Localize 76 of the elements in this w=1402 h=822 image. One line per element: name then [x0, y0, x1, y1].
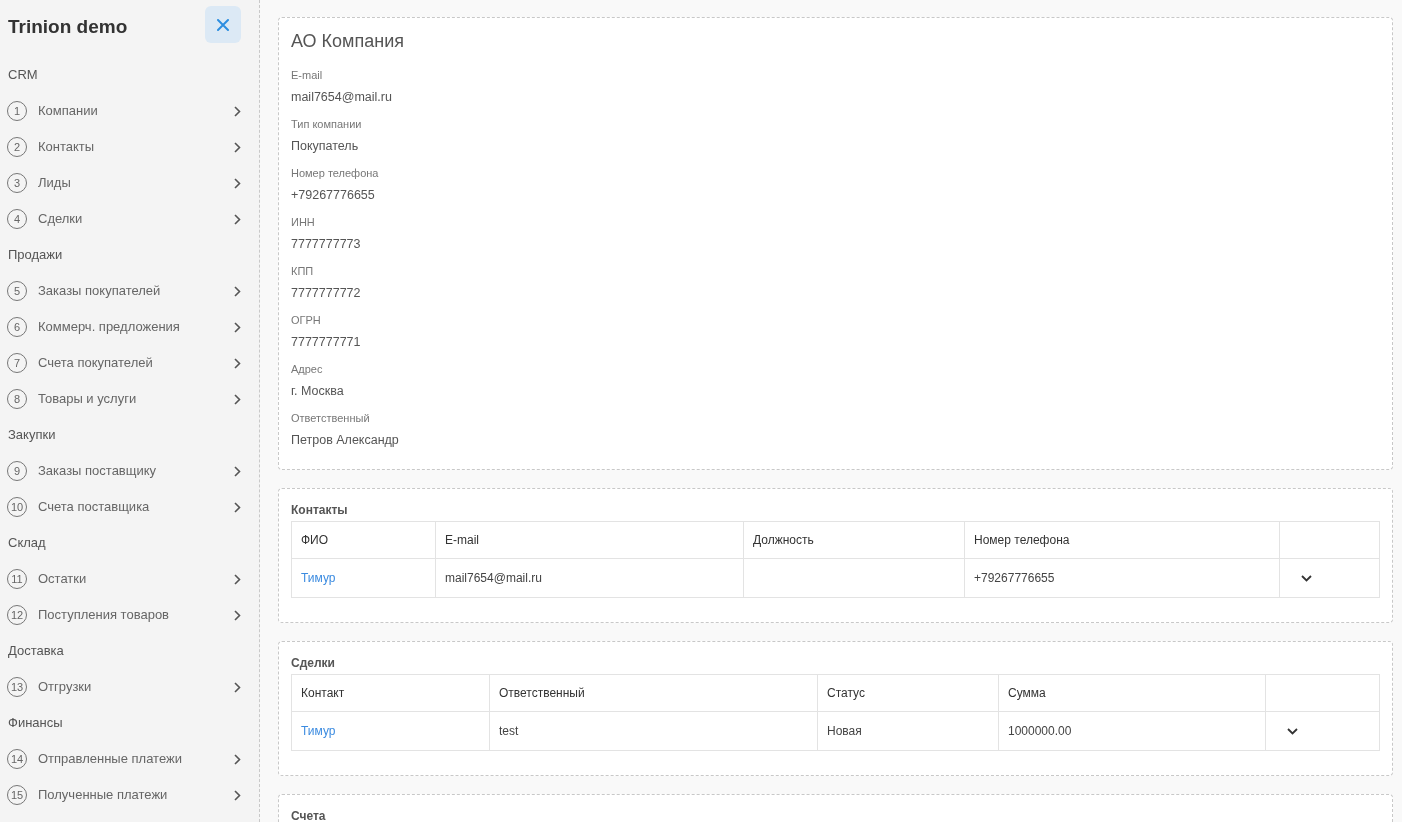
chevron-right-icon — [234, 789, 241, 801]
column-header: Статус — [817, 674, 999, 712]
field-label: Тип компании — [291, 117, 363, 132]
field-label: ИНН — [291, 215, 316, 230]
section-title: Контакты — [291, 502, 349, 519]
close-icon — [217, 18, 229, 31]
chevron-right-icon — [234, 609, 241, 621]
table-cell: +79267776655 — [964, 558, 1280, 598]
section-header: Склад — [8, 534, 46, 553]
nav-item[interactable]: 8 Товары и услуги — [0, 381, 259, 417]
section-header: Закупки — [8, 426, 56, 445]
section-header: Финансы — [8, 714, 63, 733]
nav-item[interactable]: 1 Компании — [0, 93, 259, 129]
nav-item[interactable]: 13 Отгрузки — [0, 669, 259, 705]
chevron-right-icon — [234, 681, 241, 693]
field-label: КПП — [291, 264, 315, 279]
column-header: Контакт — [291, 674, 490, 712]
chevron-right-icon — [234, 501, 241, 513]
nav-item[interactable]: 3 Лиды — [0, 165, 259, 201]
field-value: mail7654@mail.ru — [291, 89, 393, 106]
chevron-down-icon — [1300, 574, 1312, 582]
column-header: Должность — [743, 521, 965, 559]
chevron-down-icon — [1286, 727, 1298, 735]
chevron-right-icon — [234, 285, 241, 297]
chevron-right-icon — [234, 357, 241, 369]
field-value: 7777777771 — [291, 334, 362, 351]
field-value: +79267776655 — [291, 187, 376, 204]
nav-item[interactable]: 12 Поступления товаров — [0, 597, 259, 633]
nav-item[interactable]: 9 Заказы поставщику — [0, 453, 259, 489]
section-header: Доставка — [8, 642, 64, 661]
nav-item[interactable]: 11 Остатки — [0, 561, 259, 597]
table-cell: mail7654@mail.ru — [435, 558, 744, 598]
nav-item[interactable]: 14 Отправленные платежи — [0, 741, 259, 777]
field-label: E-mail — [291, 68, 324, 83]
column-header: ФИО — [291, 521, 436, 559]
section-header: Продажи — [8, 246, 63, 265]
table-cell: test — [489, 711, 818, 751]
close-button[interactable] — [205, 6, 241, 43]
nav-item[interactable]: 15 Полученные платежи — [0, 777, 259, 813]
column-header: Номер телефона — [964, 521, 1280, 559]
contact-link[interactable]: Тимур — [301, 571, 336, 585]
nav-item[interactable]: 2 Контакты — [0, 129, 259, 165]
section-title: Счета — [291, 808, 327, 822]
nav-item[interactable]: 7 Счета покупателей — [0, 345, 259, 381]
column-header: Сумма — [998, 674, 1266, 712]
chevron-right-icon — [234, 393, 241, 405]
field-value: 7777777773 — [291, 236, 362, 253]
section-header: CRM — [8, 66, 38, 85]
nav-item[interactable]: 6 Коммерч. предложения — [0, 309, 259, 345]
field-value: г. Москва — [291, 383, 345, 400]
column-header: Ответственный — [489, 674, 818, 712]
field-label: ОГРН — [291, 313, 322, 328]
field-value: Покупатель — [291, 138, 360, 155]
chevron-right-icon — [234, 753, 241, 765]
chevron-right-icon — [234, 105, 241, 117]
section-title: Сделки — [291, 655, 336, 672]
field-label: Номер телефона — [291, 166, 380, 181]
field-value: 7777777772 — [291, 285, 362, 302]
chevron-right-icon — [234, 573, 241, 585]
contact-link[interactable]: Тимур — [301, 724, 336, 738]
nav-item[interactable]: 10 Счета поставщика — [0, 489, 259, 525]
company-title: АО Компания — [291, 30, 405, 53]
table-cell: Новая — [817, 711, 999, 751]
table-cell: 1000000.00 — [998, 711, 1266, 751]
nav-item[interactable]: 5 Заказы покупателей — [0, 273, 259, 309]
column-header: E-mail — [435, 521, 744, 559]
field-label: Адрес — [291, 362, 324, 377]
nav-item[interactable]: 4 Сделки — [0, 201, 259, 237]
field-value: Петров Александр — [291, 432, 400, 449]
app-title: Trinion demo — [8, 15, 128, 39]
chevron-right-icon — [234, 465, 241, 477]
field-label: Ответственный — [291, 411, 371, 426]
chevron-right-icon — [234, 141, 241, 153]
chevron-right-icon — [234, 213, 241, 225]
chevron-right-icon — [234, 177, 241, 189]
chevron-right-icon — [234, 321, 241, 333]
